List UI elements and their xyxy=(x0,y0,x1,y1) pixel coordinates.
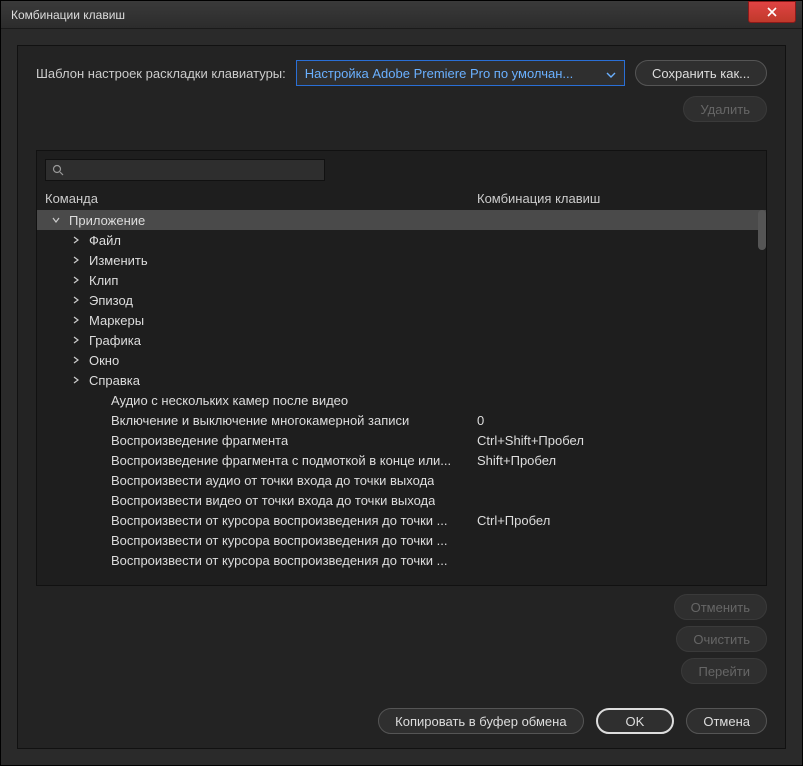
tree-row[interactable]: Клип xyxy=(37,270,766,290)
shortcuts-panel: Команда Комбинация клавиш Приложение Файл… xyxy=(36,150,767,586)
layout-row: Шаблон настроек раскладки клавиатуры: На… xyxy=(36,60,767,86)
command-cell: Справка xyxy=(45,373,477,388)
command-cell: Приложение xyxy=(45,213,477,228)
command-label: Аудио с нескольких камер после видео xyxy=(111,393,348,408)
command-label: Окно xyxy=(89,353,119,368)
command-label: Эпизод xyxy=(89,293,133,308)
search-input[interactable] xyxy=(45,159,325,181)
dialog-body: Шаблон настроек раскладки клавиатуры: На… xyxy=(17,45,786,749)
tree-row[interactable]: Справка xyxy=(37,370,766,390)
tree-row[interactable]: Воспроизведение фрагмента с подмоткой в … xyxy=(37,450,766,470)
cancel-button[interactable]: Отмена xyxy=(686,708,767,734)
close-button[interactable] xyxy=(748,1,796,23)
goto-button: Перейти xyxy=(681,658,767,684)
tree-row[interactable]: Включение и выключение многокамерной зап… xyxy=(37,410,766,430)
command-label: Воспроизведение фрагмента с подмоткой в … xyxy=(111,453,451,468)
tree-row[interactable]: Аудио с нескольких камер после видео xyxy=(37,390,766,410)
close-icon xyxy=(767,7,777,17)
shortcut-cell: Ctrl+Shift+Пробел xyxy=(477,433,766,448)
column-shortcut: Комбинация клавиш xyxy=(477,191,758,206)
shortcut-cell: Ctrl+Пробел xyxy=(477,513,766,528)
command-cell: Клип xyxy=(45,273,477,288)
shortcuts-dialog: Комбинации клавиш Шаблон настроек раскла… xyxy=(0,0,803,766)
command-label: Графика xyxy=(89,333,141,348)
bottom-buttons: Копировать в буфер обмена OK Отмена xyxy=(36,708,767,734)
command-label: Клип xyxy=(89,273,118,288)
chevron-right-icon xyxy=(69,276,83,284)
side-actions: Отменить Очистить Перейти xyxy=(36,594,767,684)
chevron-right-icon xyxy=(69,376,83,384)
columns-header: Команда Комбинация клавиш xyxy=(37,189,766,210)
tree-row[interactable]: Воспроизвести от курсора воспроизведения… xyxy=(37,550,766,570)
undo-button: Отменить xyxy=(674,594,767,620)
chevron-right-icon xyxy=(69,296,83,304)
chevron-right-icon xyxy=(69,336,83,344)
command-label: Воспроизвести от курсора воспроизведения… xyxy=(111,513,448,528)
command-label: Воспроизвести аудио от точки входа до то… xyxy=(111,473,434,488)
command-cell: Маркеры xyxy=(45,313,477,328)
command-cell: Воспроизвести аудио от точки входа до то… xyxy=(45,473,477,488)
tree-row[interactable]: Файл xyxy=(37,230,766,250)
command-label: Маркеры xyxy=(89,313,144,328)
command-cell: Воспроизведение фрагмента с подмоткой в … xyxy=(45,453,477,468)
command-cell: Воспроизвести от курсора воспроизведения… xyxy=(45,513,477,528)
tree-row[interactable]: Воспроизвести от курсора воспроизведения… xyxy=(37,530,766,550)
shortcut-cell: 0 xyxy=(477,413,766,428)
chevron-right-icon xyxy=(69,316,83,324)
chevron-right-icon xyxy=(69,256,83,264)
command-cell: Файл xyxy=(45,233,477,248)
column-command: Команда xyxy=(45,191,477,206)
search-row xyxy=(37,151,766,189)
command-cell: Воспроизвести от курсора воспроизведения… xyxy=(45,533,477,548)
copy-clipboard-button[interactable]: Копировать в буфер обмена xyxy=(378,708,583,734)
command-label: Приложение xyxy=(69,213,145,228)
command-cell: Включение и выключение многокамерной зап… xyxy=(45,413,477,428)
tree-row[interactable]: Окно xyxy=(37,350,766,370)
tree-row[interactable]: Воспроизвести аудио от точки входа до то… xyxy=(37,470,766,490)
tree-row[interactable]: Воспроизвести от курсора воспроизведения… xyxy=(37,510,766,530)
commands-tree[interactable]: Приложение Файл Изменить Клип Эпизод Маркеры Г… xyxy=(37,210,766,585)
tree-row[interactable]: Изменить xyxy=(37,250,766,270)
command-cell: Воспроизвести от курсора воспроизведения… xyxy=(45,553,477,568)
chevron-down-icon xyxy=(606,66,616,81)
command-label: Включение и выключение многокамерной зап… xyxy=(111,413,409,428)
layout-label: Шаблон настроек раскладки клавиатуры: xyxy=(36,66,286,81)
chevron-down-icon xyxy=(49,216,63,224)
command-label: Воспроизвести от курсора воспроизведения… xyxy=(111,553,448,568)
command-cell: Изменить xyxy=(45,253,477,268)
command-cell: Воспроизвести видео от точки входа до то… xyxy=(45,493,477,508)
layout-dropdown[interactable]: Настройка Adobe Premiere Pro по умолчан.… xyxy=(296,60,625,86)
save-as-button[interactable]: Сохранить как... xyxy=(635,60,767,86)
tree-row[interactable]: Приложение xyxy=(37,210,766,230)
command-cell: Графика xyxy=(45,333,477,348)
tree-row[interactable]: Воспроизвести видео от точки входа до то… xyxy=(37,490,766,510)
tree-row[interactable]: Маркеры xyxy=(37,310,766,330)
command-label: Изменить xyxy=(89,253,148,268)
tree-row[interactable]: Эпизод xyxy=(37,290,766,310)
tree-row[interactable]: Графика xyxy=(37,330,766,350)
delete-row: Удалить xyxy=(36,96,767,122)
command-label: Файл xyxy=(89,233,121,248)
chevron-right-icon xyxy=(69,356,83,364)
command-cell: Эпизод xyxy=(45,293,477,308)
command-cell: Окно xyxy=(45,353,477,368)
ok-button[interactable]: OK xyxy=(596,708,675,734)
command-cell: Воспроизведение фрагмента xyxy=(45,433,477,448)
command-label: Воспроизвести видео от точки входа до то… xyxy=(111,493,435,508)
command-cell: Аудио с нескольких камер после видео xyxy=(45,393,477,408)
dropdown-value: Настройка Adobe Premiere Pro по умолчан.… xyxy=(305,66,573,81)
command-label: Справка xyxy=(89,373,140,388)
titlebar: Комбинации клавиш xyxy=(1,1,802,29)
scrollbar-thumb[interactable] xyxy=(758,210,766,250)
clear-button: Очистить xyxy=(676,626,767,652)
tree-row[interactable]: Воспроизведение фрагмента Ctrl+Shift+Проб… xyxy=(37,430,766,450)
chevron-right-icon xyxy=(69,236,83,244)
shortcut-cell: Shift+Пробел xyxy=(477,453,766,468)
command-label: Воспроизведение фрагмента xyxy=(111,433,288,448)
window-title: Комбинации клавиш xyxy=(11,8,125,22)
delete-button: Удалить xyxy=(683,96,767,122)
command-label: Воспроизвести от курсора воспроизведения… xyxy=(111,533,448,548)
